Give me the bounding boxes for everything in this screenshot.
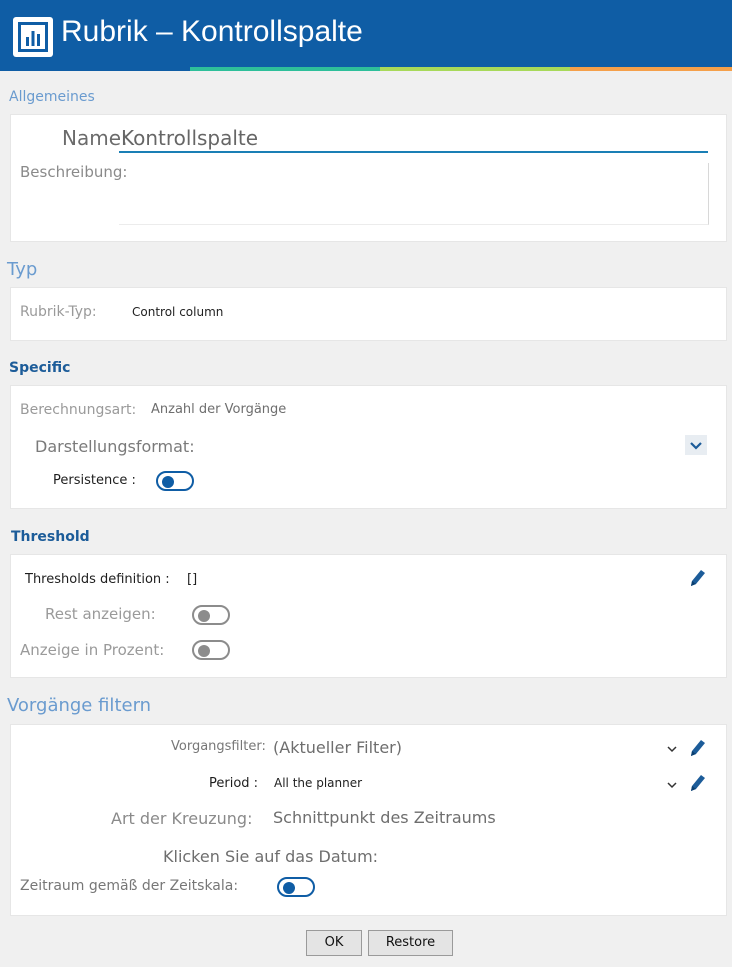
section-title-threshold: Threshold <box>11 529 90 545</box>
period-select[interactable]: All the planner <box>271 772 679 796</box>
threshold-panel: Thresholds definition : [] Rest anzeigen… <box>10 554 727 678</box>
task-filter-value: (Aktueller Filter) <box>273 738 402 757</box>
rest-label: Rest anzeigen: <box>45 605 156 623</box>
calc-label: Berechnungsart: <box>20 402 137 418</box>
task-filter-select[interactable]: (Aktueller Filter) <box>271 735 679 761</box>
period-value: All the planner <box>274 776 363 790</box>
description-label: Beschreibung: <box>20 163 128 181</box>
restore-button[interactable]: Restore <box>368 930 453 956</box>
crossing-label: Art der Kreuzung: <box>111 809 253 828</box>
chevron-down-icon[interactable] <box>665 741 679 755</box>
window-title: Rubrik – Kontrollspalte <box>61 15 363 48</box>
name-input[interactable]: Kontrollspalte <box>119 123 708 153</box>
accent-stripe <box>0 67 732 71</box>
thresholds-definition-label: Thresholds definition : <box>25 572 170 587</box>
chevron-down-icon[interactable] <box>685 435 707 455</box>
percent-label: Anzeige in Prozent: <box>20 641 165 659</box>
click-date-label: Klicken Sie auf das Datum: <box>163 847 379 866</box>
section-title-general: Allgemeines <box>9 89 95 105</box>
pencil-icon[interactable] <box>687 567 707 593</box>
rubric-type-label: Rubrik-Typ: <box>20 304 97 320</box>
crossing-value: Schnittpunkt des Zeitraums <box>273 808 496 827</box>
name-value: Kontrollspalte <box>121 126 259 150</box>
timescale-toggle[interactable] <box>277 877 315 897</box>
format-select[interactable] <box>231 432 707 458</box>
rubric-type-value: Control column <box>132 305 224 319</box>
filter-panel: Vorgangsfilter: (Aktueller Filter) Perio… <box>10 724 727 916</box>
section-title-type: Typ <box>7 259 38 280</box>
ok-button[interactable]: OK <box>306 930 362 956</box>
percent-toggle[interactable] <box>192 640 230 660</box>
name-label: Name: <box>62 126 128 150</box>
pencil-icon[interactable] <box>687 772 707 798</box>
title-bar: Rubrik – Kontrollspalte <box>0 0 732 71</box>
format-label: Darstellungsformat: <box>35 437 195 456</box>
thresholds-definition-value: [] <box>187 572 198 587</box>
period-label: Period : <box>209 776 259 791</box>
general-panel: Name: Kontrollspalte Beschreibung: <box>10 114 727 242</box>
pencil-icon[interactable] <box>687 737 707 763</box>
calc-value: Anzahl der Vorgänge <box>151 402 287 417</box>
timescale-label: Zeitraum gemäß der Zeitskala: <box>20 878 239 894</box>
rest-toggle[interactable] <box>192 605 230 625</box>
type-panel: Rubrik-Typ: Control column <box>10 287 727 341</box>
description-textarea[interactable] <box>119 163 709 225</box>
persistence-label: Persistence : <box>53 473 136 488</box>
task-filter-label: Vorgangsfilter: <box>171 739 266 754</box>
chevron-down-icon[interactable] <box>665 777 679 791</box>
chart-logo-icon <box>13 17 53 57</box>
persistence-toggle[interactable] <box>156 471 194 491</box>
specific-panel: Berechnungsart: Anzahl der Vorgänge Dars… <box>10 385 727 509</box>
section-title-specific: Specific <box>9 360 71 376</box>
section-title-filter: Vorgänge filtern <box>7 695 152 716</box>
